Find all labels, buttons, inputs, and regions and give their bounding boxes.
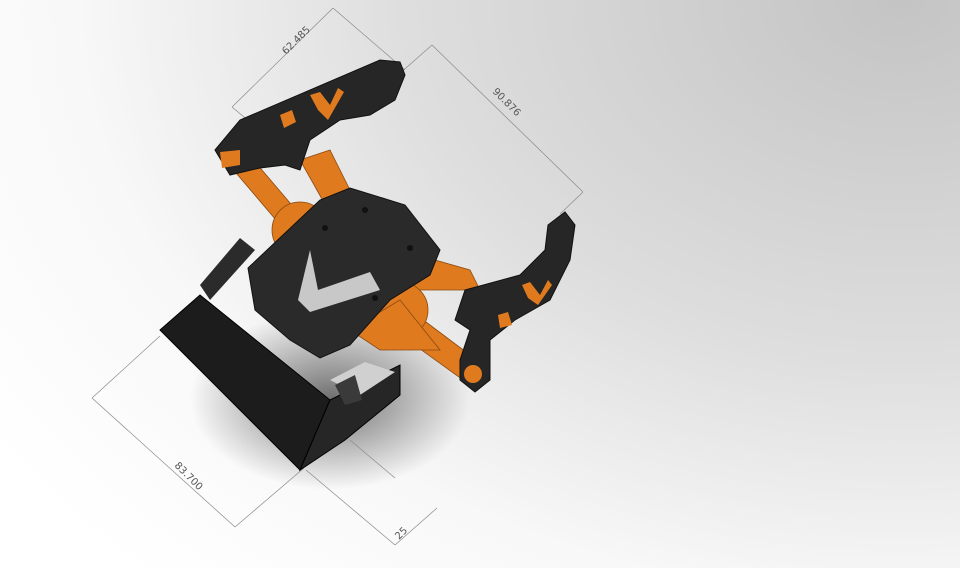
cad-render: 62.485 90.876 83.700 25 [91, 7, 584, 546]
dimension-label: 62.485 [280, 25, 313, 58]
dimension-label: 90.876 [490, 86, 523, 119]
right-jaw [454, 211, 576, 393]
dimension-label: 83.700 [172, 460, 205, 493]
dimension-right-length: 90.876 [397, 44, 584, 215]
dimension-label: 25 [393, 525, 410, 542]
